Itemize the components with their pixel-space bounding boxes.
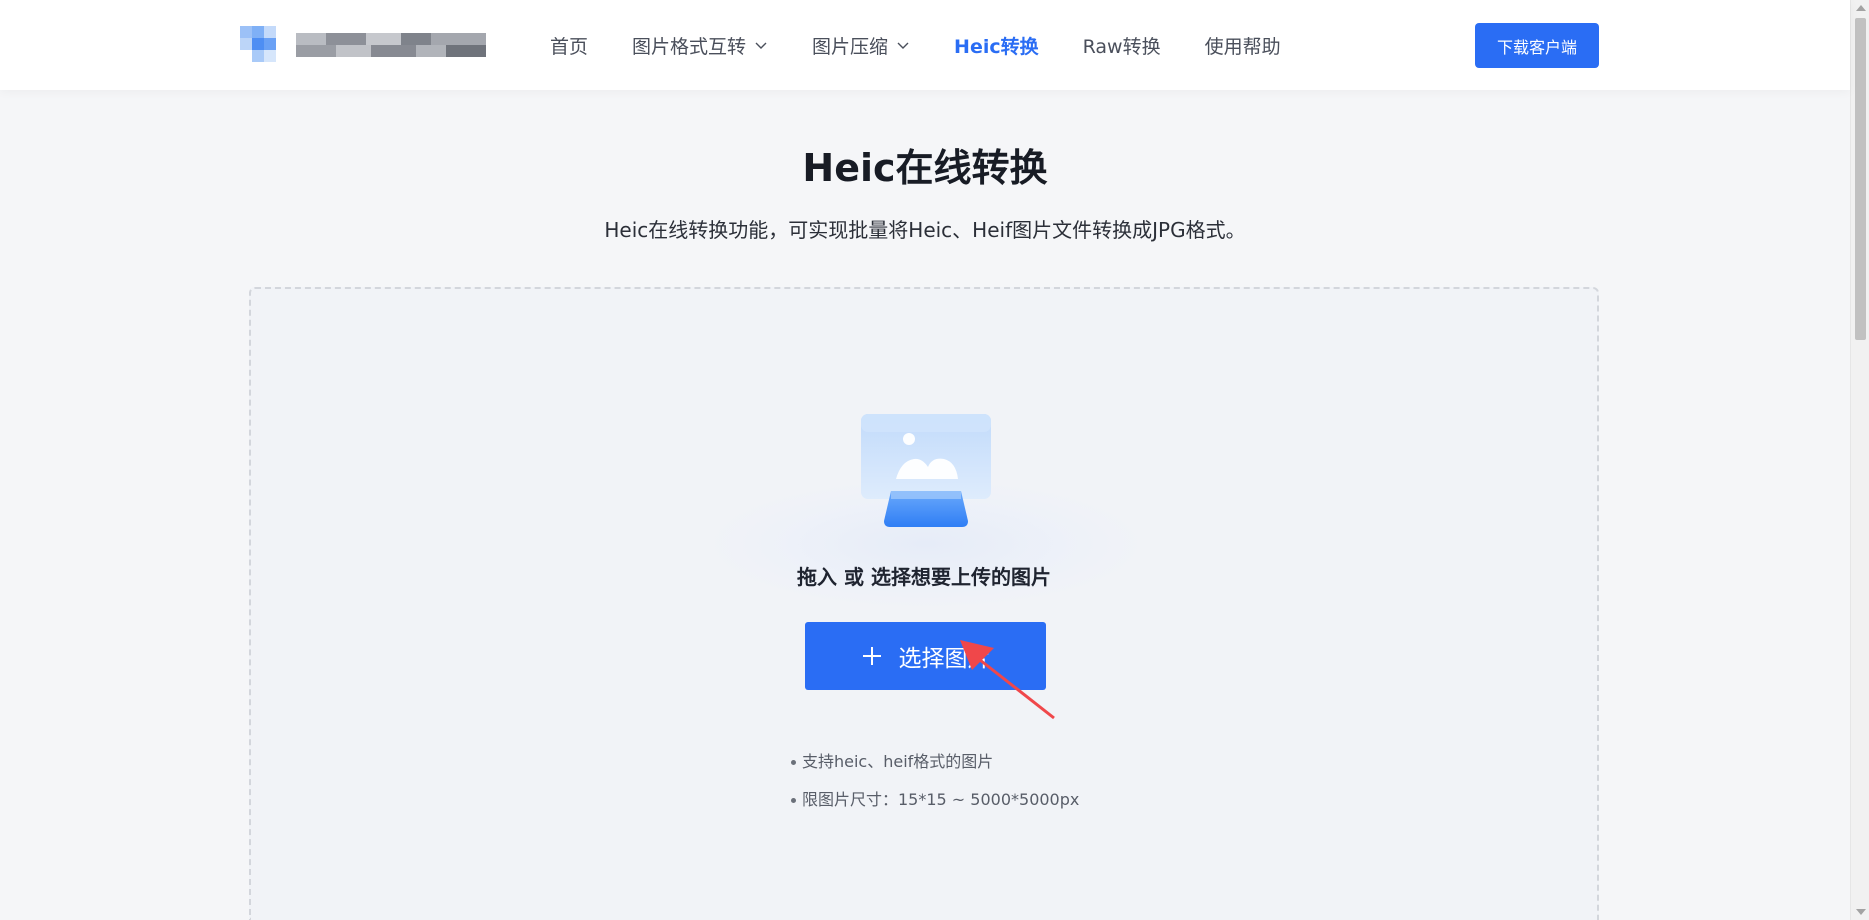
image-upload-illustration-icon [861, 414, 991, 527]
select-image-button[interactable]: 选择图片 [805, 622, 1046, 690]
page: 首页 图片格式互转 图片压缩 Heic转换 Raw转换 使用帮助 下载客户端 H… [0, 0, 1869, 920]
nav-item-label: 使用帮助 [1204, 35, 1281, 58]
select-image-label: 选择图片 [898, 646, 991, 672]
logo-mark-icon [240, 26, 286, 64]
plus-icon [862, 647, 881, 665]
upload-prompt: 拖入 或 选择想要上传的图片 [797, 565, 1051, 589]
logo-wordmark [296, 33, 486, 57]
nav-item-format-convert[interactable]: 图片格式互转 [632, 32, 768, 59]
note-text: 限图片尺寸：15*15 ~ 5000*5000px [802, 790, 1080, 809]
nav-item-label: 图片压缩 [812, 35, 889, 58]
page-title: Heic在线转换 [802, 146, 1048, 190]
page-subtitle: Heic在线转换功能，可实现批量将Heic、Heif图片文件转换成JPG格式。 [604, 218, 1246, 242]
nav-item-home[interactable]: 首页 [550, 32, 588, 59]
scroll-thumb[interactable] [1855, 18, 1866, 340]
nav-item-compress[interactable]: 图片压缩 [812, 32, 910, 59]
list-item: 限图片尺寸：15*15 ~ 5000*5000px [791, 781, 1079, 819]
scroll-up-icon[interactable] [1856, 5, 1866, 11]
bullet-icon [791, 759, 796, 765]
chevron-down-icon [755, 42, 767, 49]
nav-item-label: Heic转换 [954, 35, 1039, 58]
note-text: 支持heic、heif格式的图片 [802, 752, 994, 771]
bullet-icon [791, 797, 796, 803]
nav-item-label: 图片格式互转 [632, 35, 747, 58]
nav-item-help[interactable]: 使用帮助 [1205, 32, 1281, 59]
upload-dropzone[interactable]: 拖入 或 选择想要上传的图片 选择图片 支持heic、heif格式的图片 限图片… [249, 287, 1599, 920]
scroll-down-icon[interactable] [1856, 909, 1866, 915]
main-nav: 首页 图片格式互转 图片压缩 Heic转换 Raw转换 使用帮助 [550, 0, 1325, 90]
nav-item-heic[interactable]: Heic转换 [954, 32, 1039, 59]
vertical-scrollbar[interactable] [1850, 0, 1869, 920]
upload-notes: 支持heic、heif格式的图片 限图片尺寸：15*15 ~ 5000*5000… [791, 743, 1079, 819]
list-item: 支持heic、heif格式的图片 [791, 743, 1079, 781]
download-client-button[interactable]: 下载客户端 [1475, 23, 1599, 68]
chevron-down-icon [897, 42, 909, 49]
nav-item-raw[interactable]: Raw转换 [1083, 32, 1161, 59]
site-logo[interactable] [240, 26, 490, 64]
top-header: 首页 图片格式互转 图片压缩 Heic转换 Raw转换 使用帮助 下载客户端 [0, 0, 1850, 90]
nav-item-label: 首页 [550, 35, 589, 58]
nav-item-label: Raw转换 [1082, 35, 1161, 58]
